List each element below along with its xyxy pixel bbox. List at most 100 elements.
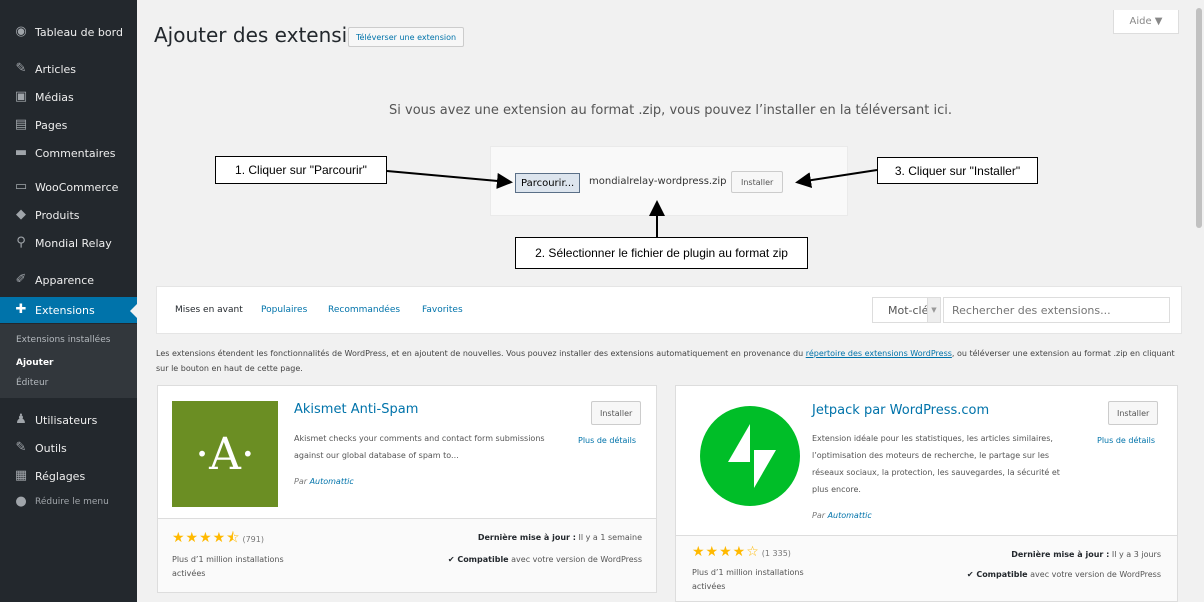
sidebar-item-products[interactable]: ◆ Produits <box>0 202 137 228</box>
rating-count: (1 335) <box>761 549 791 558</box>
compatibility-label: ✔ Compatible <box>447 555 509 564</box>
collapse-menu-button[interactable]: ● Réduire le menu <box>0 489 137 515</box>
sidebar-item-label: Produits <box>35 208 80 222</box>
location-pin-icon: ⚲ <box>16 235 26 250</box>
sidebar-item-users[interactable]: ♟ Utilisateurs <box>0 407 137 433</box>
chevron-down-icon: ▼ <box>927 298 940 322</box>
page-scrollbar[interactable] <box>1194 0 1204 602</box>
rating-count: (791) <box>242 535 264 544</box>
sidebar-item-tools[interactable]: ✎ Outils <box>0 435 137 461</box>
sidebar-item-label: Apparence <box>35 273 95 287</box>
rating-stars: ★★★★⯪ (791) <box>172 527 264 551</box>
sidebar-item-label: Réglages <box>35 469 86 483</box>
compatibility-value: avec votre version de WordPress <box>1027 570 1161 579</box>
last-updated: Dernière mise à jour : Il y a 3 jours <box>1011 550 1161 559</box>
compatibility: ✔ Compatible avec votre version de WordP… <box>967 570 1161 579</box>
submenu-installed-plugins[interactable]: Extensions installées <box>16 335 110 345</box>
plugin-name[interactable]: Jetpack par WordPress.com <box>812 403 989 418</box>
sidebar-item-extensions[interactable]: ✚ Extensions <box>0 297 137 323</box>
sidebar-item-woocommerce[interactable]: ▭ WooCommerce <box>0 174 137 200</box>
plugin-name[interactable]: Akismet Anti-Spam <box>294 402 418 417</box>
compatibility-value: avec votre version de WordPress <box>508 555 642 564</box>
sidebar-item-label: Médias <box>35 90 74 104</box>
scrollbar-thumb[interactable] <box>1196 8 1202 228</box>
pages-icon: ▤ <box>14 117 28 132</box>
rating-stars: ★★★★☆ (1 335) <box>692 544 791 560</box>
search-type-value: Mot-clé <box>888 303 929 317</box>
jetpack-logo-icon <box>700 406 800 506</box>
stars-glyphs: ★★★★⯪ <box>172 530 241 546</box>
sidebar-item-label: Tableau de bord <box>35 25 123 39</box>
users-icon: ♟ <box>15 412 27 427</box>
sidebar-item-medias[interactable]: ▣ Médias <box>0 84 137 110</box>
sidebar-item-label: Pages <box>35 118 68 132</box>
install-button[interactable]: Installer <box>1108 401 1159 425</box>
plugin-author: Par Automattic <box>812 511 872 520</box>
collapse-menu-label: Réduire le menu <box>35 497 109 507</box>
plugin-card-footer: ★★★★⯪ (791) Plus d’1 million installation… <box>158 518 656 592</box>
sidebar-item-label: WooCommerce <box>35 180 119 194</box>
main-content: Aide ▼ Ajouter des extensions Téléverser… <box>137 0 1204 602</box>
plugin-card-jetpack: Jetpack par WordPress.com Extension idéa… <box>675 385 1178 602</box>
plugin-search-input[interactable] <box>943 297 1170 323</box>
extensions-submenu: Extensions installées Ajouter Éditeur <box>0 324 137 398</box>
search-type-select[interactable]: Mot-clé ▼ <box>872 297 941 323</box>
active-installs: Plus d’1 million installations activées <box>172 555 284 578</box>
intro-text-start: Les extensions étendent les fonctionnali… <box>156 349 806 358</box>
woocommerce-icon: ▭ <box>14 179 28 194</box>
plugin-card-footer: ★★★★☆ (1 335) Plus d’1 million installati… <box>676 535 1177 601</box>
plugin-icon: ✚ <box>15 302 27 317</box>
sidebar-item-label: Extensions <box>35 303 95 317</box>
sidebar-item-appearance[interactable]: ✐ Apparence <box>0 267 137 293</box>
plugin-directory-link[interactable]: répertoire des extensions WordPress <box>806 349 952 358</box>
install-button[interactable]: Installer <box>591 401 642 425</box>
stars-glyphs: ★★★★☆ <box>692 544 760 560</box>
plugin-filter-bar: Mises en avant Populaires Recommandées F… <box>156 286 1182 334</box>
sidebar-item-label: Utilisateurs <box>35 413 98 427</box>
submenu-editor[interactable]: Éditeur <box>16 378 48 388</box>
last-updated-value: Il y a 1 semaine <box>575 533 643 542</box>
sidebar-item-mondial-relay[interactable]: ⚲ Mondial Relay <box>0 230 137 256</box>
sidebar-item-dashboard[interactable]: ◉ Tableau de bord <box>0 19 137 45</box>
author-link[interactable]: Automattic <box>828 511 872 520</box>
last-updated-label: Dernière mise à jour : <box>1011 550 1110 559</box>
plugin-card-akismet: ·A· Akismet Anti-Spam Akismet checks you… <box>157 385 657 593</box>
arrow-to-install <box>795 169 878 189</box>
comment-icon: ▬ <box>14 145 28 160</box>
plugin-description: Extension idéale pour les statistiques, … <box>812 434 1060 494</box>
sidebar-item-comments[interactable]: ▬ Commentaires <box>0 140 137 166</box>
sidebar-item-pages[interactable]: ▤ Pages <box>0 112 137 138</box>
author-prefix: Par <box>294 477 308 486</box>
last-updated: Dernière mise à jour : Il y a 1 semaine <box>478 533 642 542</box>
settings-icon: ▦ <box>14 468 28 483</box>
compatibility-label: ✔ Compatible <box>966 570 1028 579</box>
author-link[interactable]: Automattic <box>310 477 354 486</box>
sidebar-item-label: Outils <box>35 441 67 455</box>
sidebar-item-label: Mondial Relay <box>35 236 112 250</box>
products-icon: ◆ <box>16 207 26 222</box>
more-details-link[interactable]: Plus de détails <box>578 436 636 445</box>
plugin-author: Par Automattic <box>294 477 354 486</box>
more-details-link[interactable]: Plus de détails <box>1097 436 1155 445</box>
plugin-description: Akismet checks your comments and contact… <box>294 434 545 460</box>
collapse-icon: ● <box>15 494 27 509</box>
pin-icon: ✎ <box>15 61 27 76</box>
admin-sidebar: ◉ Tableau de bord ✎ Articles ▣ Médias ▤ Page… <box>0 0 137 602</box>
last-updated-label: Dernière mise à jour : <box>477 533 576 542</box>
media-icon: ▣ <box>14 89 28 104</box>
tab-favorites[interactable]: Favorites <box>422 305 463 315</box>
dashboard-icon: ◉ <box>15 24 27 39</box>
sidebar-item-articles[interactable]: ✎ Articles <box>0 56 137 82</box>
last-updated-value: Il y a 3 jours <box>1109 550 1161 559</box>
brush-icon: ✐ <box>15 272 27 287</box>
intro-text: Les extensions étendent les fonctionnali… <box>156 346 1186 376</box>
tab-recommended[interactable]: Recommandées <box>328 305 400 315</box>
arrow-to-browse <box>386 170 513 189</box>
akismet-logo-icon: ·A· <box>172 401 278 507</box>
author-prefix: Par <box>812 511 826 520</box>
submenu-add-new[interactable]: Ajouter <box>16 358 54 368</box>
tab-featured[interactable]: Mises en avant <box>175 305 243 315</box>
tab-popular[interactable]: Populaires <box>261 305 307 315</box>
sidebar-item-settings[interactable]: ▦ Réglages <box>0 463 137 489</box>
wrench-icon: ✎ <box>15 440 27 455</box>
